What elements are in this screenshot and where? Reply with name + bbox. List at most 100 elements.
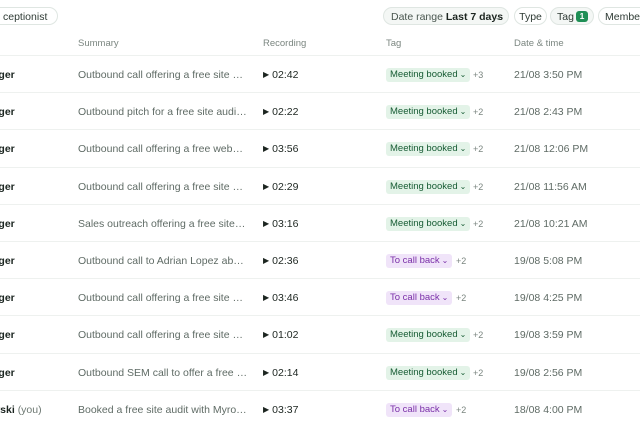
tag-filter-label: Tag bbox=[557, 11, 574, 23]
column-header-summary[interactable]: Summary bbox=[78, 38, 119, 49]
tag-filter-count-badge: 1 bbox=[576, 11, 588, 22]
row-owner-you: (you) bbox=[17, 403, 42, 416]
row-owner-name: nger bbox=[0, 217, 15, 230]
row-extra-tags-count[interactable]: +2 bbox=[473, 219, 483, 229]
row-tag-label: To call back bbox=[390, 255, 440, 266]
members-filter[interactable]: Members bbox=[598, 7, 640, 25]
row-extra-tags-count[interactable]: +2 bbox=[456, 293, 466, 303]
row-recording[interactable]: ▶ 03:16 bbox=[263, 218, 298, 230]
row-summary: Outbound call offering a free site au… bbox=[78, 69, 248, 81]
play-icon[interactable]: ▶ bbox=[263, 293, 269, 302]
play-icon[interactable]: ▶ bbox=[263, 330, 269, 339]
chevron-down-icon: ⌄ bbox=[441, 256, 449, 265]
date-range-label: Date range bbox=[391, 11, 443, 23]
chevron-down-icon: ⌄ bbox=[441, 293, 449, 303]
row-datetime: 19/08 4:25 PM bbox=[514, 292, 583, 305]
row-owner-name: nger bbox=[0, 255, 15, 267]
row-summary: Outbound call offering a free site au… bbox=[78, 292, 248, 305]
table-row[interactable]: nger Outbound call offering a free site … bbox=[0, 55, 640, 92]
row-tag-pill[interactable]: Meeting booked ⌄ bbox=[386, 68, 471, 82]
row-datetime: 21/08 12:06 PM bbox=[514, 143, 589, 156]
play-icon[interactable]: ▶ bbox=[263, 405, 269, 414]
row-extra-tags-count[interactable]: +2 bbox=[473, 144, 483, 154]
row-tag-pill[interactable]: To call back ⌄ bbox=[386, 291, 453, 306]
receptionist-filter-label: ceptionist bbox=[3, 11, 48, 23]
row-extra-tags-count[interactable]: +2 bbox=[473, 368, 483, 378]
row-extra-tags-count[interactable]: +2 bbox=[456, 256, 466, 266]
row-recording[interactable]: ▶ 02:42 bbox=[263, 69, 298, 81]
play-icon[interactable]: ▶ bbox=[263, 256, 269, 265]
row-tag-pill[interactable]: Meeting booked ⌄ bbox=[386, 328, 471, 343]
type-filter[interactable]: Type bbox=[514, 7, 547, 25]
members-filter-label: Members bbox=[605, 11, 640, 23]
row-recording[interactable]: ▶ 03:37 bbox=[263, 404, 298, 416]
row-tag-pill[interactable]: Meeting booked ⌄ bbox=[386, 179, 471, 194]
row-tag-label: Meeting booked bbox=[390, 69, 458, 80]
row-extra-tags-count[interactable]: +3 bbox=[473, 70, 483, 80]
chevron-down-icon: ⌄ bbox=[459, 107, 467, 117]
row-tag-pill[interactable]: Meeting booked ⌄ bbox=[386, 216, 471, 231]
type-filter-label: Type bbox=[519, 11, 542, 23]
play-icon[interactable]: ▶ bbox=[263, 368, 269, 377]
row-tag-pill[interactable]: To call back ⌄ bbox=[386, 254, 453, 268]
row-extra-tags-count[interactable]: +2 bbox=[473, 182, 483, 192]
table-row[interactable]: nger Outbound call offering a free site … bbox=[0, 315, 640, 352]
row-owner: nger bbox=[0, 143, 15, 155]
column-header-tag[interactable]: Tag bbox=[386, 38, 401, 49]
row-recording[interactable]: ▶ 03:46 bbox=[263, 292, 298, 304]
play-icon[interactable]: ▶ bbox=[263, 219, 269, 228]
row-extra-tags-count[interactable]: +2 bbox=[473, 330, 483, 340]
chevron-down-icon: ⌄ bbox=[459, 144, 467, 154]
row-extra-tags-count[interactable]: +2 bbox=[473, 107, 483, 117]
row-recording-duration: 02:14 bbox=[272, 366, 299, 379]
play-icon[interactable]: ▶ bbox=[263, 70, 269, 79]
row-recording-duration: 03:37 bbox=[272, 403, 299, 416]
row-datetime: 18/08 4:00 PM bbox=[514, 403, 583, 416]
row-recording[interactable]: ▶ 02:29 bbox=[263, 181, 298, 193]
column-header-recording[interactable]: Recording bbox=[263, 38, 306, 49]
table-row[interactable]: nger Outbound pitch for a free site audi… bbox=[0, 92, 640, 129]
row-owner-name: nger bbox=[0, 366, 15, 379]
row-tag-pill[interactable]: Meeting booked ⌄ bbox=[386, 142, 471, 157]
row-recording[interactable]: ▶ 01:02 bbox=[263, 329, 298, 341]
row-tag-label: Meeting booked bbox=[390, 143, 458, 155]
row-summary: Sales outreach offering a free site a… bbox=[78, 217, 248, 230]
row-datetime: 21/08 3:50 PM bbox=[514, 69, 583, 81]
row-owner-name: wski bbox=[0, 403, 15, 416]
row-summary: Outbound call offering a free site au… bbox=[78, 329, 248, 342]
row-owner: nger bbox=[0, 218, 15, 230]
row-recording-duration: 02:22 bbox=[272, 106, 299, 119]
row-recording[interactable]: ▶ 03:56 bbox=[263, 143, 298, 155]
date-range-filter[interactable]: Date range Last 7 days ⌄ bbox=[383, 7, 509, 25]
row-owner-name: nger bbox=[0, 180, 15, 193]
table-row[interactable]: nger Outbound call offering a free site … bbox=[0, 166, 640, 204]
column-header-datetime[interactable]: Date & time bbox=[514, 38, 564, 49]
row-tag-pill[interactable]: Meeting booked ⌄ bbox=[386, 105, 471, 120]
chevron-down-icon: ⌄ bbox=[459, 181, 467, 191]
row-recording[interactable]: ▶ 02:36 bbox=[263, 255, 298, 267]
play-icon[interactable]: ▶ bbox=[263, 107, 269, 116]
table-row[interactable]: nger Sales outreach offering a free site… bbox=[0, 203, 640, 241]
receptionist-filter-chip[interactable]: ceptionist bbox=[0, 7, 59, 25]
row-recording[interactable]: ▶ 02:22 bbox=[263, 106, 298, 118]
row-recording[interactable]: ▶ 02:14 bbox=[263, 367, 298, 379]
play-icon[interactable]: ▶ bbox=[263, 182, 269, 191]
row-tag-label: To call back bbox=[390, 292, 440, 304]
row-datetime: 19/08 5:08 PM bbox=[514, 255, 583, 267]
row-tag-label: Meeting booked bbox=[390, 366, 458, 378]
row-tag-pill[interactable]: To call back ⌄ bbox=[386, 402, 453, 417]
play-icon[interactable]: ▶ bbox=[263, 144, 269, 153]
table-row[interactable]: nger Outbound call offering a free websi… bbox=[0, 129, 640, 166]
table-row[interactable]: wski (you) Booked a free site audit with… bbox=[0, 389, 640, 427]
row-tag-pill[interactable]: Meeting booked ⌄ bbox=[386, 365, 471, 380]
row-owner-name: nger bbox=[0, 329, 15, 342]
table-row[interactable]: nger Outbound call offering a free site … bbox=[0, 278, 640, 315]
table-row[interactable]: nger Outbound SEM call to offer a free s… bbox=[0, 352, 640, 390]
row-owner: wski (you) bbox=[0, 404, 42, 416]
table-row[interactable]: nger Outbound call to Adrian Lopez about… bbox=[0, 241, 640, 278]
row-datetime: 21/08 10:21 AM bbox=[514, 217, 588, 230]
row-tag-label: To call back bbox=[390, 403, 440, 415]
chevron-down-icon: ⌄ bbox=[441, 404, 449, 414]
tag-filter[interactable]: Tag 1 bbox=[550, 7, 594, 25]
row-extra-tags-count[interactable]: +2 bbox=[456, 405, 466, 415]
